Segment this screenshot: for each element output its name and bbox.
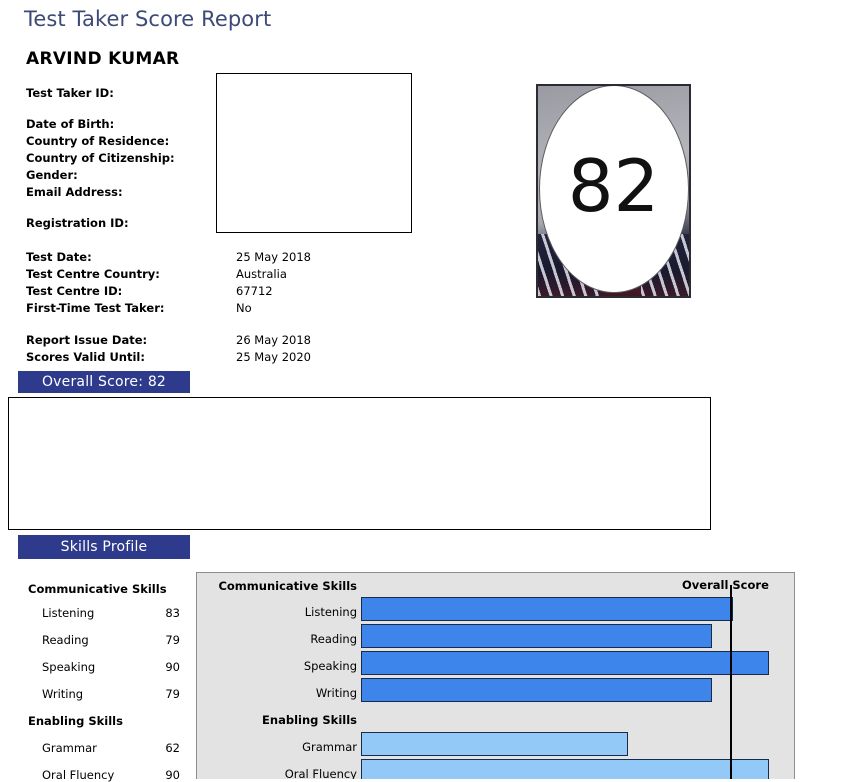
skill-label: Oral Fluency	[42, 768, 115, 782]
chart-bar-reading	[361, 624, 712, 648]
field-label: Email Address:	[26, 185, 123, 199]
chart-bar-speaking	[361, 651, 769, 675]
chart-label-reading: Reading	[310, 632, 357, 646]
skills-group-communicative: Communicative Skills	[28, 582, 167, 596]
chart-bar-writing	[361, 678, 712, 702]
chart-bar-oral-fluency	[361, 759, 769, 779]
chart-bar-listening	[361, 597, 733, 621]
skill-label: Grammar	[42, 741, 97, 755]
personal-data-box	[216, 73, 412, 233]
field-label: Test Centre Country:	[26, 267, 160, 281]
field-value: No	[236, 301, 252, 315]
field-label: Registration ID:	[26, 216, 129, 230]
chart-label-writing: Writing	[315, 686, 357, 700]
skills-profile-banner: Skills Profile	[18, 535, 190, 559]
field-value: 26 May 2018	[236, 333, 311, 347]
field-label: Gender:	[26, 168, 78, 182]
chart-bar-grammar	[361, 732, 628, 756]
field-label: Report Issue Date:	[26, 333, 148, 347]
chart-group-enabling: Enabling Skills	[262, 713, 357, 727]
skill-score: 90	[165, 768, 180, 782]
skill-label: Reading	[42, 633, 89, 647]
overall-score-panel	[8, 397, 711, 530]
field-label: Date of Birth:	[26, 117, 115, 131]
field-label: Test Date:	[26, 250, 92, 264]
field-label: First-Time Test Taker:	[26, 301, 165, 315]
skill-label: Writing	[42, 687, 84, 701]
field-label: Test Taker ID:	[26, 86, 114, 100]
chart-overall-score-line	[730, 585, 732, 779]
field-label: Country of Citizenship:	[26, 151, 175, 165]
field-label: Test Centre ID:	[26, 284, 123, 298]
skills-profile-chart: Communicative Skills Listening Reading S…	[196, 572, 795, 779]
field-value: 25 May 2018	[236, 250, 311, 264]
page-title: Test Taker Score Report	[24, 7, 272, 31]
field-label: Country of Residence:	[26, 134, 170, 148]
skills-group-enabling: Enabling Skills	[28, 714, 123, 728]
candidate-name: ARVIND KUMAR	[26, 49, 180, 69]
overall-score-value: 82	[567, 143, 660, 228]
candidate-photo: 82	[536, 84, 691, 298]
field-label: Scores Valid Until:	[26, 350, 145, 364]
field-value: 25 May 2020	[236, 350, 311, 364]
skill-score: 79	[165, 687, 180, 701]
skill-label: Speaking	[42, 660, 96, 674]
chart-label-listening: Listening	[304, 605, 357, 619]
skill-score: 83	[165, 606, 180, 620]
chart-plot-area	[361, 573, 794, 779]
chart-label-oral-fluency: Oral Fluency	[284, 767, 357, 779]
chart-label-grammar: Grammar	[302, 740, 357, 754]
skill-score: 62	[165, 741, 180, 755]
skill-score: 90	[165, 660, 180, 674]
overall-score-oval: 82	[538, 86, 689, 293]
field-value: 67712	[236, 284, 273, 298]
skill-score: 79	[165, 633, 180, 647]
chart-label-speaking: Speaking	[303, 659, 357, 673]
chart-group-communicative: Communicative Skills	[218, 579, 357, 593]
overall-score-banner: Overall Score: 82	[18, 371, 190, 393]
field-value: Australia	[236, 267, 287, 281]
skill-label: Listening	[42, 606, 95, 620]
